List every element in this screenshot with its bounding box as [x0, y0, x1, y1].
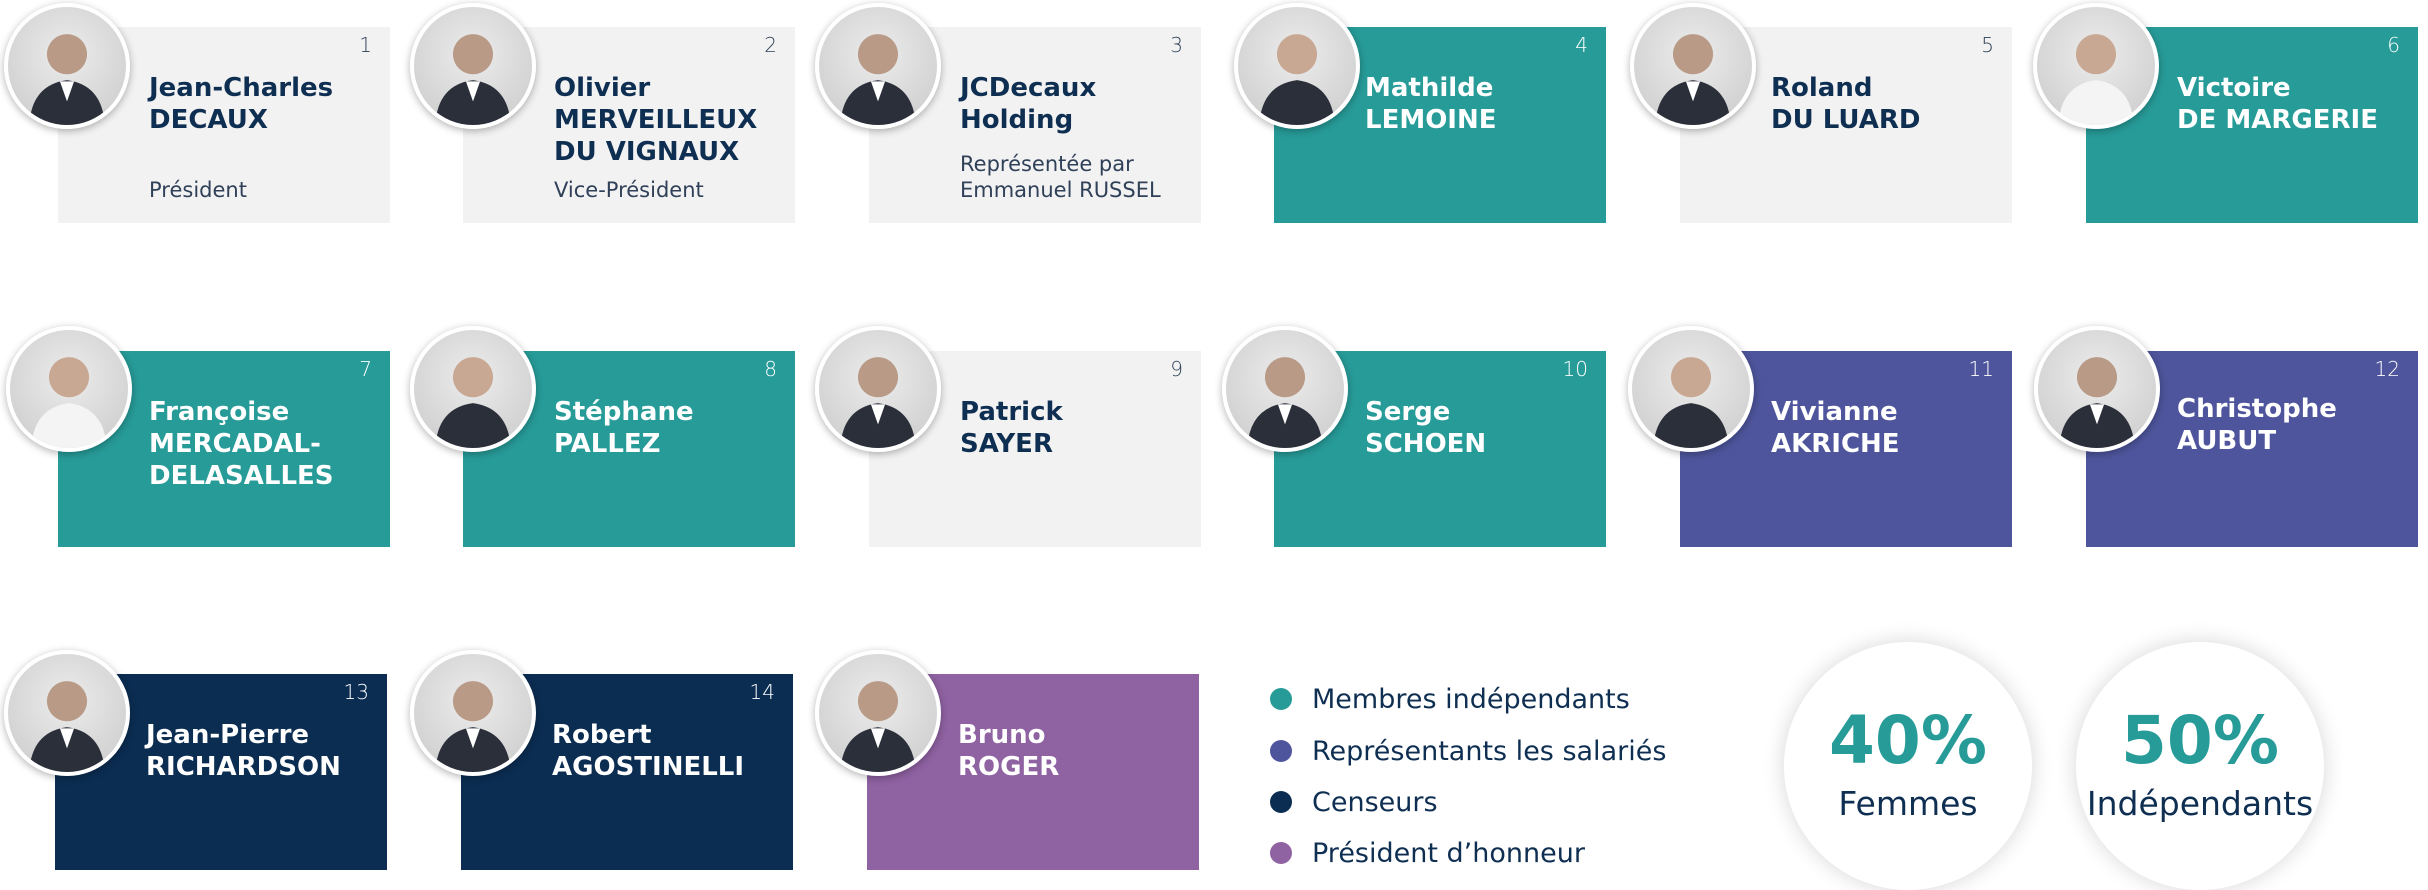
- member-role: Président: [149, 178, 247, 202]
- member-number: 12: [2374, 357, 2400, 381]
- portrait-photo: [1234, 3, 1360, 129]
- member-number: 4: [1575, 33, 1588, 57]
- member-name: Robert AGOSTINELLI: [552, 720, 745, 782]
- stat-label: Femmes: [1838, 784, 1978, 823]
- stat-value: 50%: [2121, 702, 2279, 779]
- member-name: Serge SCHOEN: [1365, 397, 1487, 459]
- member-number: 10: [1562, 357, 1588, 381]
- portrait-photo: [815, 326, 941, 452]
- member-name: Françoise MERCADAL- DELASALLES: [149, 397, 334, 491]
- legend-dot: [1270, 688, 1292, 710]
- member-number: 11: [1968, 357, 1994, 381]
- member-name: Jean-Charles DECAUX: [149, 73, 334, 135]
- portrait-photo: [2034, 326, 2160, 452]
- member-number: 7: [359, 357, 372, 381]
- member-name: Christophe AUBUT: [2177, 394, 2337, 456]
- portrait-photo: [815, 3, 941, 129]
- portrait-photo: [2033, 3, 2159, 129]
- legend-item-independent: Membres indépendants: [1270, 682, 1630, 716]
- legend-dot: [1270, 740, 1292, 762]
- legend-label: Censeurs: [1312, 786, 1438, 818]
- member-role: Représentée par Emmanuel RUSSEL: [960, 152, 1161, 202]
- member-number: 8: [764, 357, 777, 381]
- member-number: 5: [1981, 33, 1994, 57]
- legend-item-honorary-president: Président d’honneur: [1270, 836, 1585, 870]
- member-name: Stéphane PALLEZ: [554, 397, 694, 459]
- member-number: 9: [1170, 357, 1183, 381]
- portrait-photo: [1628, 326, 1754, 452]
- legend-item-censors: Censeurs: [1270, 785, 1438, 819]
- member-name: Roland DU LUARD: [1771, 73, 1921, 135]
- portrait-photo: [410, 650, 536, 776]
- member-name: Victoire DE MARGERIE: [2177, 73, 2378, 135]
- stat-label: Indépendants: [2086, 784, 2314, 823]
- portrait-photo: [1222, 326, 1348, 452]
- legend-dot: [1270, 842, 1292, 864]
- portrait-photo: [4, 650, 130, 776]
- member-role: Vice-Président: [554, 178, 704, 202]
- member-name: Jean-Pierre RICHARDSON: [146, 720, 341, 782]
- portrait-photo: [410, 326, 536, 452]
- stat-women: 40% Femmes: [1784, 642, 2032, 890]
- stat-independents: 50% Indépendants: [2076, 642, 2324, 890]
- member-name: Bruno ROGER: [958, 720, 1060, 782]
- legend-label: Représentants les salariés: [1312, 735, 1667, 767]
- legend-item-employees: Représentants les salariés: [1270, 734, 1666, 768]
- legend-label: Membres indépendants: [1312, 683, 1630, 715]
- portrait-photo: [815, 650, 941, 776]
- portrait-photo: [410, 3, 536, 129]
- member-number: 13: [343, 680, 369, 704]
- member-number: 3: [1170, 33, 1183, 57]
- member-name: Vivianne AKRICHE: [1771, 397, 1900, 459]
- portrait-photo: [4, 3, 130, 129]
- member-name: Olivier MERVEILLEUX DU VIGNAUX: [554, 73, 758, 167]
- member-number: 14: [749, 680, 775, 704]
- member-name: Mathilde LEMOINE: [1365, 73, 1497, 135]
- portrait-photo: [6, 326, 132, 452]
- legend-dot: [1270, 791, 1292, 813]
- member-number: 1: [359, 33, 372, 57]
- member-name: Patrick SAYER: [960, 397, 1063, 459]
- legend-label: Président d’honneur: [1312, 837, 1585, 869]
- stat-value: 40%: [1829, 702, 1987, 779]
- member-number: 6: [2387, 33, 2400, 57]
- member-name: JCDecaux Holding: [960, 73, 1097, 135]
- member-number: 2: [764, 33, 777, 57]
- portrait-photo: [1630, 3, 1756, 129]
